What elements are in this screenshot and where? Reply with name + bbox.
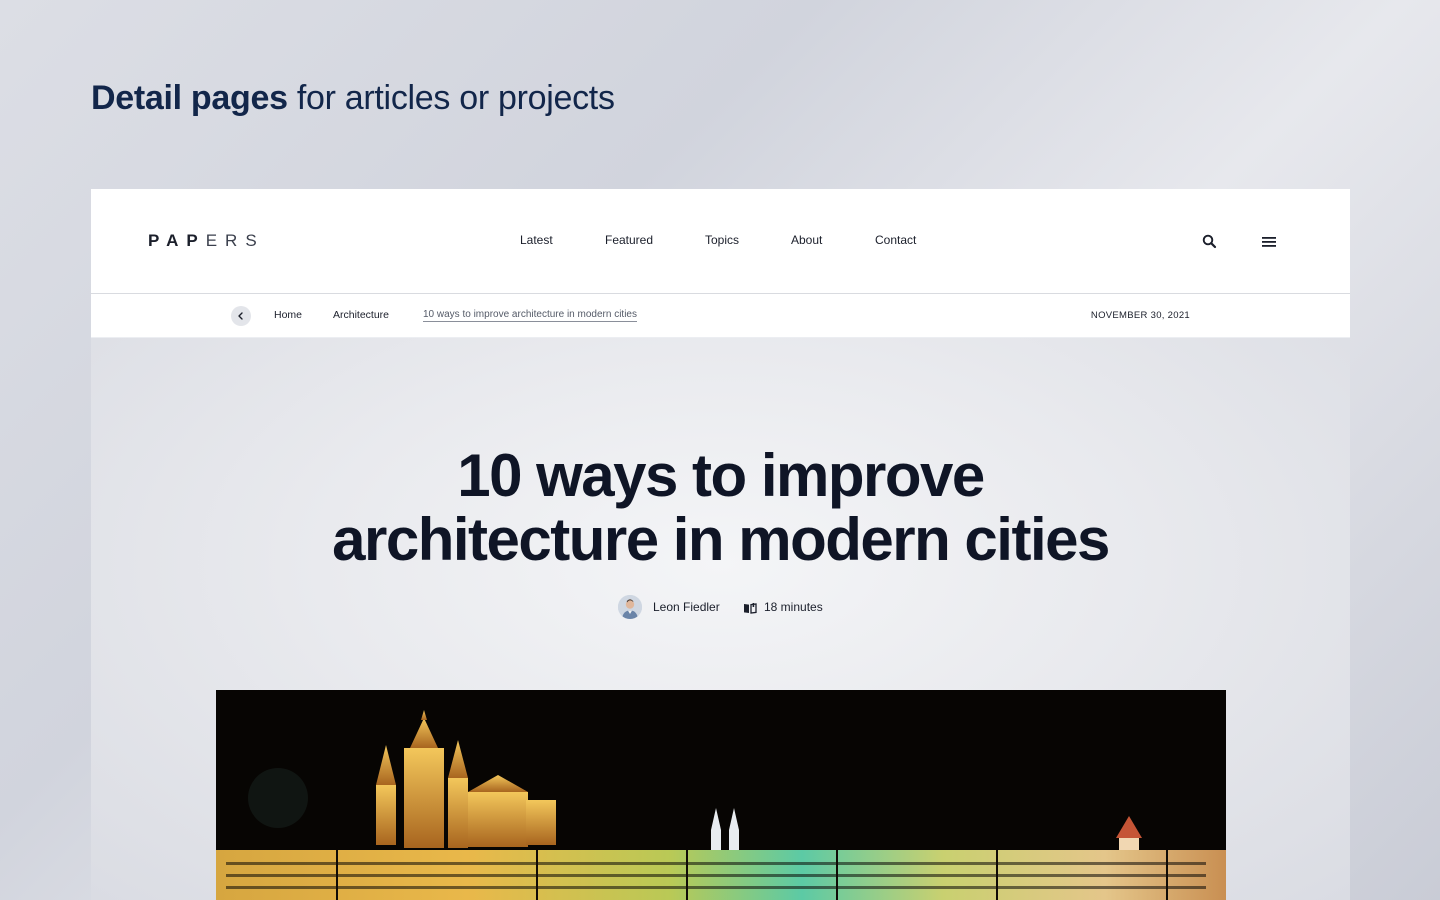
article-hero: 10 ways to improve architecture in moder… xyxy=(91,338,1350,900)
nav-featured[interactable]: Featured xyxy=(605,233,653,247)
main-nav: Latest Featured Topics About Contact xyxy=(91,233,1350,249)
book-icon xyxy=(743,601,757,614)
author-name[interactable]: Leon Fiedler xyxy=(653,600,720,614)
breadcrumb-home[interactable]: Home xyxy=(274,309,302,321)
article-title: 10 ways to improve architecture in moder… xyxy=(91,444,1350,572)
nav-latest[interactable]: Latest xyxy=(520,233,553,247)
nav-contact[interactable]: Contact xyxy=(875,233,916,247)
publish-date: NOVEMBER 30, 2021 xyxy=(1090,310,1190,321)
breadcrumb: Home Architecture 10 ways to improve arc… xyxy=(91,295,1350,338)
article-title-line2: architecture in modern cities xyxy=(332,506,1110,573)
search-icon[interactable] xyxy=(1201,233,1219,251)
site-header: PAPERS Latest Featured Topics About Cont… xyxy=(91,189,1350,294)
page-heading: Detail pages for articles or projects xyxy=(91,76,615,120)
page-heading-rest: for articles or projects xyxy=(296,79,615,117)
article-title-line1: 10 ways to improve xyxy=(457,442,985,509)
breadcrumb-architecture[interactable]: Architecture xyxy=(333,309,389,321)
hamburger-menu-icon[interactable] xyxy=(1260,233,1278,251)
read-time: 18 minutes xyxy=(764,600,823,614)
nav-topics[interactable]: Topics xyxy=(705,233,739,247)
night-city-castle-photo xyxy=(216,690,1226,900)
avatar[interactable] xyxy=(618,595,642,619)
breadcrumb-current: 10 ways to improve architecture in moder… xyxy=(423,309,637,322)
nav-about[interactable]: About xyxy=(791,233,822,247)
page-heading-bold: Detail pages xyxy=(91,79,288,117)
website-preview: PAPERS Latest Featured Topics About Cont… xyxy=(91,189,1350,900)
article-meta: Leon Fiedler 18 minutes xyxy=(91,595,1350,621)
chevron-left-icon[interactable] xyxy=(231,306,251,326)
